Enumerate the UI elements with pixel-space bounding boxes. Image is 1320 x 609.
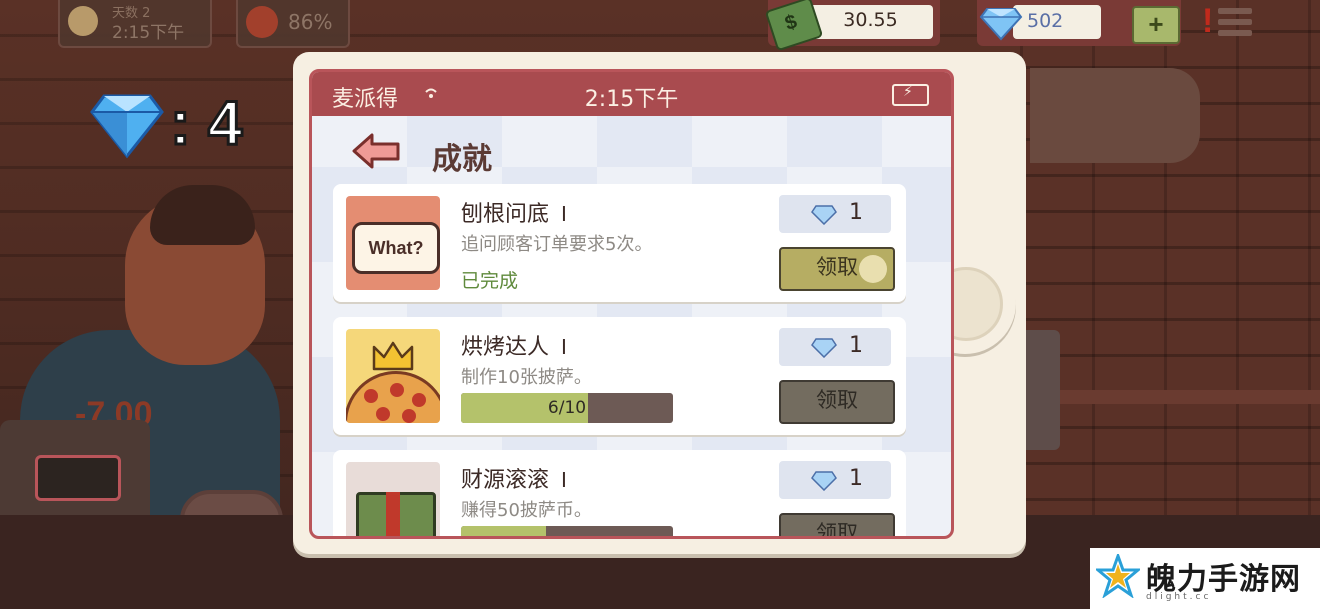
customer-hair xyxy=(150,185,255,245)
diamond-icon xyxy=(979,8,1023,41)
clock-icon xyxy=(68,6,98,36)
page-title: 成就 xyxy=(432,142,492,177)
day-time-panel: 天数 2 2:15下午 xyxy=(58,0,212,48)
diamond-icon xyxy=(811,471,837,491)
gem-value: 502 xyxy=(1027,10,1064,32)
question-bubble-icon: What? xyxy=(346,196,440,290)
progress-bar: 6/10 xyxy=(461,393,673,423)
cash-value: 30.55 xyxy=(843,9,898,31)
claim-button[interactable]: 领取 xyxy=(779,513,895,536)
achievement-card: 烘烤达人 I 制作10张披萨。 6/10 1 领取 xyxy=(333,317,906,435)
wall-sign xyxy=(1030,68,1200,163)
diamond-icon xyxy=(811,205,837,225)
mood-percent: 86% xyxy=(288,10,333,34)
shelf xyxy=(1030,390,1320,404)
achievement-card: 财源滚滚 I 赚得50披萨币。 1 领取 xyxy=(333,450,906,536)
phone-time: 2:15下午 xyxy=(584,87,679,112)
crown-icon xyxy=(372,341,414,371)
phone-status-bar: 麦派得 2:15下午 xyxy=(312,72,951,116)
watermark-sub: dlight.cc xyxy=(1146,592,1212,602)
watermark: 魄力手游网 dlight.cc xyxy=(1090,548,1320,609)
reward-amount: 1 xyxy=(849,200,863,225)
back-arrow-icon[interactable] xyxy=(352,132,402,170)
money-stack-icon xyxy=(346,462,440,536)
gem-counter-text: : 4 xyxy=(168,88,243,160)
progress-bar xyxy=(461,526,673,536)
achievements-screen: 麦派得 2:15下午 成就 What? 刨根问底I 追问顾客订单要求5次。 已完… xyxy=(309,69,954,539)
reward-amount: 1 xyxy=(849,466,863,491)
battery-icon xyxy=(892,84,929,106)
achievement-desc: 制作10张披萨。 xyxy=(461,367,592,388)
diamond-icon xyxy=(90,94,164,159)
angry-face-icon xyxy=(246,6,278,38)
menu-button[interactable] xyxy=(1218,8,1252,38)
pizza-crown-icon xyxy=(346,329,440,423)
progress-text: 6/10 xyxy=(547,398,587,418)
star-logo-icon xyxy=(1096,554,1140,598)
gem-reward-counter: : 4 xyxy=(90,86,244,166)
claim-button[interactable]: 领取 xyxy=(779,247,895,291)
thumb-text: What? xyxy=(352,222,440,274)
claim-button[interactable]: 领取 xyxy=(779,380,895,424)
achievement-status: 已完成 xyxy=(461,270,519,292)
hud-time: 2:15下午 xyxy=(112,23,185,43)
reward-amount: 1 xyxy=(849,333,863,358)
reward-badge: 1 xyxy=(779,461,891,499)
mood-panel: 86% xyxy=(236,0,350,48)
achievement-card: What? 刨根问底 I 追问顾客订单要求5次。 已完成 1 领取 xyxy=(333,184,906,302)
achievement-name: 烘烤达人 I xyxy=(461,335,567,360)
diamond-icon xyxy=(811,338,837,358)
reward-badge: 1 xyxy=(779,195,891,233)
achievement-name: 财源滚滚 I xyxy=(461,468,567,493)
reward-badge: 1 xyxy=(779,328,891,366)
alert-icon: ! xyxy=(1202,2,1214,40)
achievement-name: 刨根问底 I xyxy=(461,202,567,227)
cash-panel: 30.55 xyxy=(764,0,940,52)
achievement-desc: 赚得50披萨币。 xyxy=(461,500,592,521)
buy-gems-button[interactable]: + xyxy=(1132,6,1180,44)
achievement-desc: 追问顾客订单要求5次。 xyxy=(461,234,653,255)
